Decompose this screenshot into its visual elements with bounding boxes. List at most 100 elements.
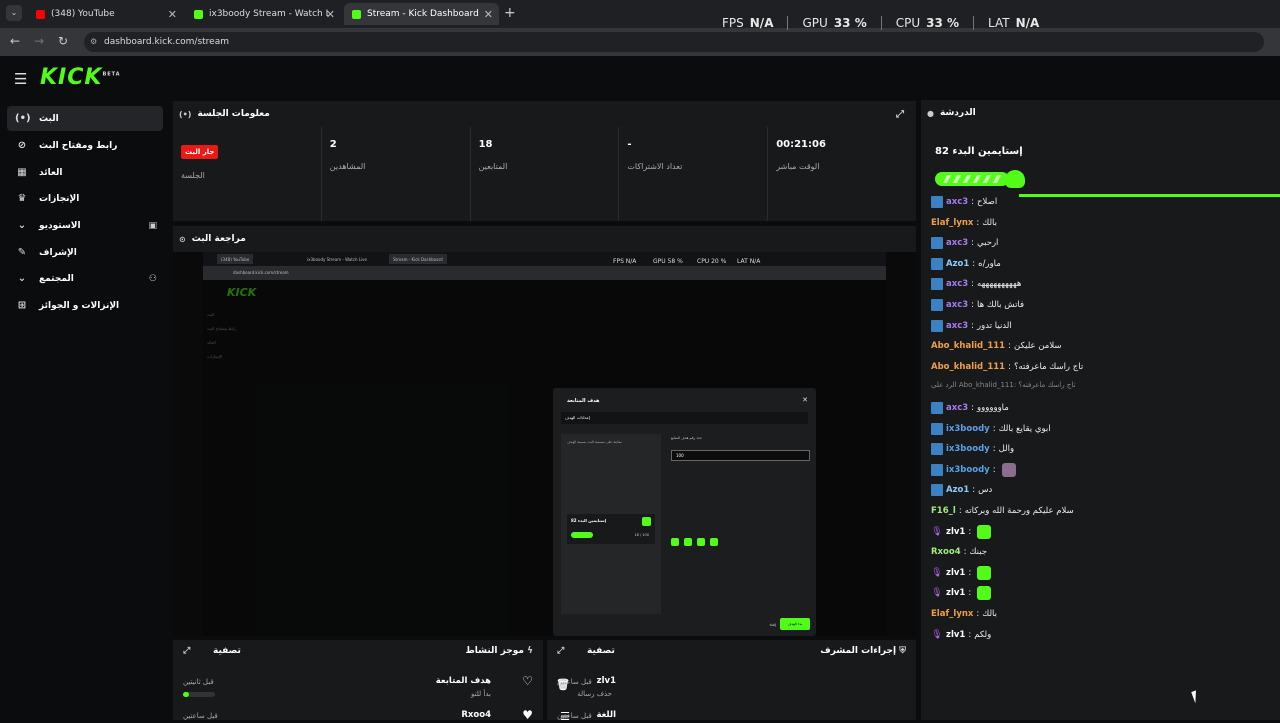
chat-message[interactable]: Azo1: دس: [931, 482, 992, 498]
browser-tabbar: ⌄ (348) YouTube ✕ ix3boody Stream - Watc…: [0, 0, 1280, 28]
expand-icon[interactable]: ⤢: [896, 109, 904, 120]
chat-message[interactable]: ix3boody:: [931, 462, 1016, 478]
close-icon[interactable]: ✕: [326, 8, 335, 21]
back-icon[interactable]: ←: [10, 34, 20, 48]
stream-preview-header: ⊙ مراجعة البث: [173, 226, 916, 252]
verified-icon: [931, 443, 943, 456]
sidebar-item-stream-key[interactable]: ⊘ رابط ومفتاح البث: [7, 133, 163, 158]
chat-message[interactable]: Elaf_lynx: بالك: [931, 606, 997, 622]
reload-icon[interactable]: ↻: [58, 34, 68, 48]
kick-header: ☰ KICKBETA: [0, 56, 1280, 100]
chat-username[interactable]: Rxoo4: [931, 547, 961, 557]
activity-feed-panel: موجز النشاط ϟ ⤢ تصفية هدف المتابعة ♡ بدأ…: [173, 640, 543, 722]
expand-icon[interactable]: ⤢: [183, 646, 190, 656]
chat-username[interactable]: zlv1: [946, 568, 965, 578]
chat-username[interactable]: Elaf_lynx: [931, 609, 973, 619]
mod-action-user: اللغة: [596, 710, 616, 720]
studio-icon: ▣: [148, 220, 157, 231]
chat-username[interactable]: zlv1: [946, 630, 965, 640]
sidebar-item-broadcast[interactable]: (•) البث: [7, 106, 163, 131]
chat-message[interactable]: Abo_khalid_111: تاج راسك ماعرفته؟: [931, 359, 1083, 375]
chat-message[interactable]: Abo_khalid_111: سلامن عليكن: [931, 338, 1062, 354]
chat-username[interactable]: ix3boody: [946, 424, 990, 434]
chat-username[interactable]: axc3: [946, 300, 968, 310]
chat-username[interactable]: axc3: [946, 197, 968, 207]
verified-icon: [931, 402, 943, 414]
chat-message[interactable]: Elaf_lynx: بالك: [931, 215, 997, 231]
chat-username[interactable]: axc3: [946, 279, 968, 289]
menu-icon[interactable]: ☰: [14, 70, 27, 88]
close-icon[interactable]: ✕: [484, 8, 493, 21]
chat-reply-context[interactable]: الرد على Abo_khalid_111: تاج راسك ماعرفت…: [931, 379, 1075, 391]
chat-message[interactable]: F16_l: سلام عليكم ورحمة الله وبركاته: [931, 503, 1074, 519]
sidebar-item-community[interactable]: ⌄ المجتمع ⚇: [7, 266, 163, 291]
chat-username[interactable]: axc3: [946, 238, 968, 248]
chat-message[interactable]: 🎙 zlv1:: [931, 565, 992, 581]
chat-text: فاتش بالك ها: [977, 300, 1025, 310]
chat-message[interactable]: axc3: ههههههههههه: [931, 276, 1021, 292]
chat-username[interactable]: Elaf_lynx: [931, 218, 973, 228]
tab-kick-dashboard[interactable]: Stream - Kick Dashboard ✕: [344, 3, 499, 25]
tab-ix3boody[interactable]: ix3boody Stream - Watch Live o ✕: [186, 3, 341, 25]
verified-icon: [931, 257, 943, 270]
sidebar-item-drops[interactable]: ⊞ الإنزالات و الجوائز: [7, 293, 163, 318]
chat-text: دس: [978, 485, 993, 496]
chat-message[interactable]: ix3boody: والل: [931, 441, 1014, 457]
chat-message[interactable]: axc3: ارحبي: [931, 235, 998, 251]
chat-username[interactable]: Abo_khalid_111: [931, 362, 1005, 372]
new-tab-button[interactable]: +: [504, 5, 516, 21]
chat-panel: ● الدردشة إستايمين البدء 82 axc3: اصلاح El…: [921, 100, 1280, 720]
chat-message[interactable]: 🎙 zlv1:: [931, 524, 992, 540]
sidebar-item-moderation[interactable]: ✎ الإشراف: [7, 240, 163, 265]
chat-text: بالك: [982, 609, 997, 619]
tab-title: Stream - Kick Dashboard: [367, 9, 479, 19]
chat-username[interactable]: ix3boody: [946, 444, 990, 454]
chat-message[interactable]: axc3: ماوووووو: [931, 400, 1009, 416]
chat-message[interactable]: ix3boody: ابوي يقايع بالك: [931, 421, 1051, 437]
close-icon[interactable]: ✕: [168, 8, 177, 21]
sidebar-item-achievements[interactable]: ♛ الإنجازات: [7, 186, 163, 211]
chat-message[interactable]: 🎙 zlv1: ولكم: [931, 627, 991, 643]
chat-text: والل: [998, 444, 1015, 455]
follow-goal-progress: [935, 172, 1009, 186]
activity-progress: [183, 692, 215, 697]
kick-logo[interactable]: KICKBETA: [40, 65, 121, 90]
kick-icon: [194, 9, 203, 19]
stream-preview[interactable]: (348) YouTube ix3boody Stream - Watch Li…: [173, 252, 916, 636]
sidebar: (•) البث ⊘ رابط ومفتاح البث ▦ العائد ♛ ا…: [0, 100, 168, 720]
mic-icon: 🎙: [931, 567, 943, 578]
sidebar-item-revenue[interactable]: ▦ العائد: [7, 160, 163, 185]
subs-stat: - تعداد الاشتراكات: [619, 127, 769, 221]
chat-message[interactable]: axc3: الدنيا تدور: [931, 318, 1012, 334]
tab-youtube[interactable]: (348) YouTube ✕: [28, 3, 183, 25]
filter-button[interactable]: تصفية: [213, 646, 241, 656]
chat-message[interactable]: Azo1: ماور/ه: [931, 256, 1001, 272]
chat-text: الدنيا تدور: [977, 320, 1012, 331]
chat-text: ابوي يقايع بالك: [998, 423, 1051, 434]
url-field[interactable]: ⚙ dashboard.kick.com/stream: [84, 32, 1264, 52]
filter-button[interactable]: تصفية: [587, 646, 615, 656]
chat-username[interactable]: zlv1: [946, 588, 965, 598]
chat-username[interactable]: ix3boody: [946, 465, 990, 475]
forward-icon[interactable]: →: [34, 34, 44, 48]
chat-message[interactable]: Rxoo4: جبنك: [931, 544, 987, 560]
chat-message[interactable]: axc3: اصلاح: [931, 194, 997, 210]
sidebar-item-studio[interactable]: ⌄ الاستوديو ▣: [7, 213, 163, 238]
chat-username[interactable]: axc3: [946, 403, 968, 413]
chat-username[interactable]: Azo1: [946, 485, 969, 495]
chat-message[interactable]: axc3: فاتش بالك ها: [931, 297, 1024, 313]
chat-username[interactable]: F16_l: [931, 506, 956, 516]
site-info-icon[interactable]: ⚙: [90, 32, 97, 52]
tab-search-button[interactable]: ⌄: [6, 5, 22, 21]
chat-text: سلام عليكم ورحمة الله وبركاته: [964, 506, 1074, 516]
expand-icon[interactable]: ⤢: [557, 646, 564, 656]
chat-text: جبنك: [969, 547, 988, 558]
chat-text: سلامن عليكن: [1013, 341, 1062, 352]
chat-username[interactable]: zlv1: [946, 527, 965, 537]
chat-message[interactable]: 🎙 zlv1:: [931, 585, 992, 601]
verified-icon: [931, 463, 943, 476]
chat-username[interactable]: axc3: [946, 321, 968, 331]
chat-icon: ●: [927, 108, 934, 118]
chat-username[interactable]: Abo_khalid_111: [931, 341, 1005, 351]
chat-username[interactable]: Azo1: [946, 259, 969, 269]
